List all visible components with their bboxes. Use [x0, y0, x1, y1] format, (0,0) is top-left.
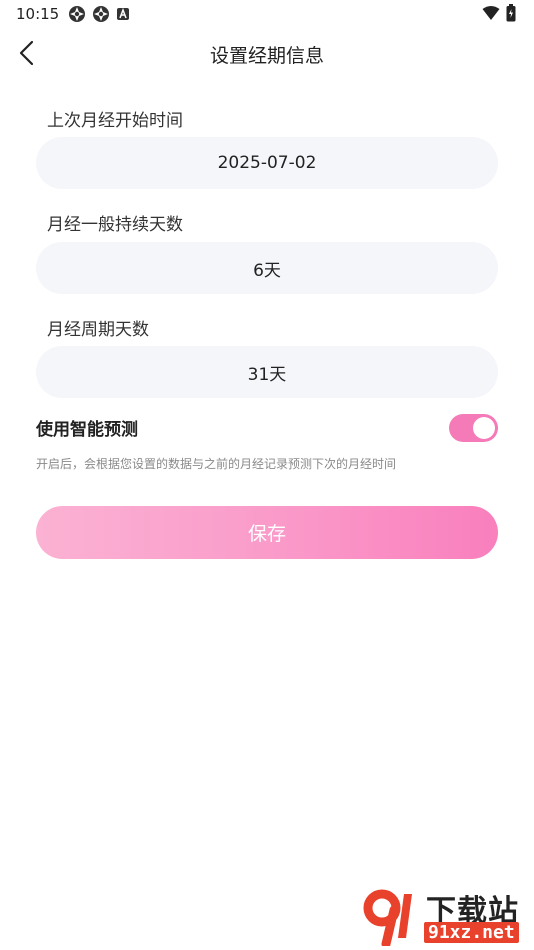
battery-icon: [506, 4, 516, 27]
prediction-title: 使用智能预测: [36, 420, 138, 440]
prediction-description: 开启后，会根据您设置的数据与之前的月经记录预测下次的月经时间: [36, 457, 397, 471]
settings-icon: [92, 5, 110, 28]
cycle-field[interactable]: 31天: [36, 346, 498, 398]
page-title: 设置经期信息: [209, 45, 324, 67]
last-start-field[interactable]: 2025-07-02: [36, 137, 498, 189]
settings-icon: [68, 5, 86, 28]
status-icons-left: [68, 5, 130, 28]
watermark-logo-icon: [363, 889, 412, 946]
status-bar: 10:15: [0, 0, 534, 28]
prediction-toggle[interactable]: [449, 414, 498, 442]
watermark-domain: 91xz.net: [424, 922, 519, 943]
toggle-knob: [473, 417, 495, 439]
last-start-label: 上次月经开始时间: [47, 111, 183, 131]
save-button[interactable]: 保存: [36, 506, 498, 559]
watermark: 下载站 91xz.net: [360, 886, 530, 948]
duration-label: 月经一般持续天数: [47, 215, 183, 235]
wifi-icon: [482, 5, 500, 26]
status-icons-right: [482, 4, 516, 27]
duration-field[interactable]: 6天: [36, 242, 498, 294]
notification-a-icon: [116, 7, 130, 26]
nav-bar: 设置经期信息: [0, 28, 534, 78]
cycle-label: 月经周期天数: [47, 320, 149, 340]
status-time: 10:15: [16, 5, 60, 23]
